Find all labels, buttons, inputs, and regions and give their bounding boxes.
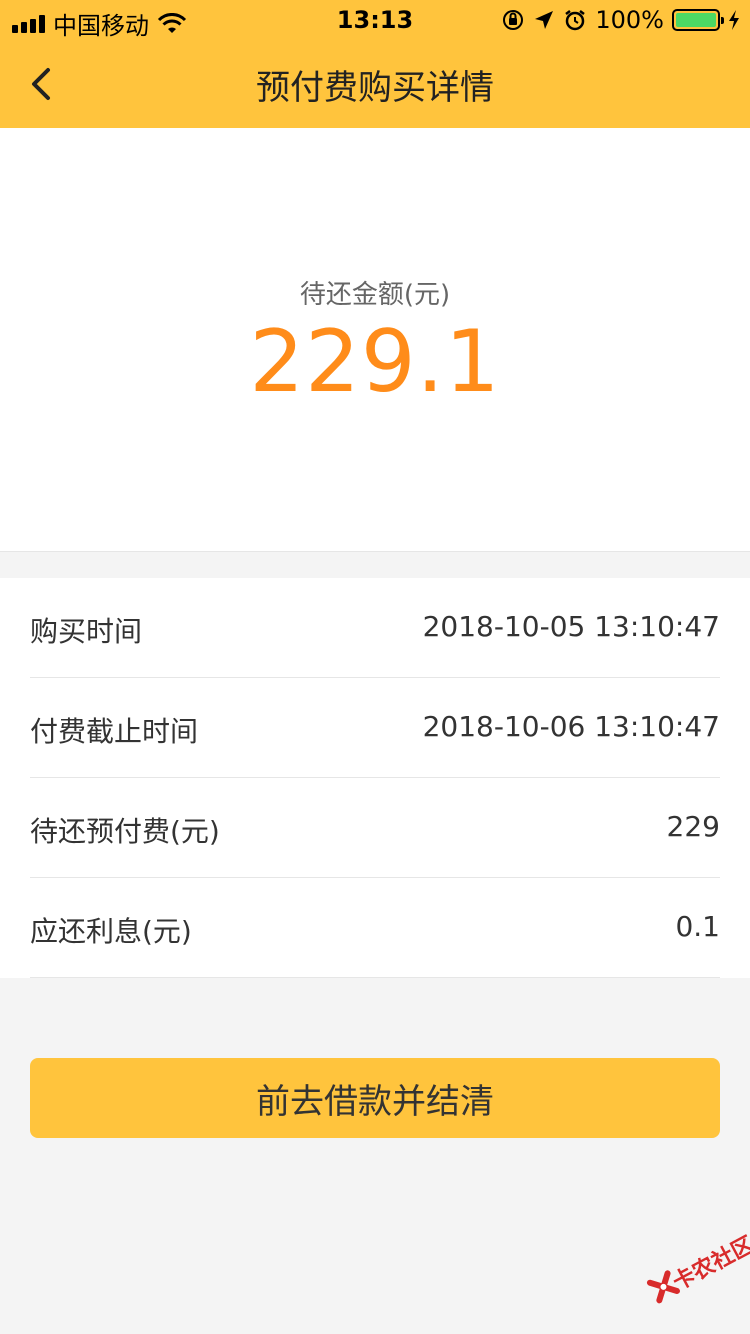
detail-row-deadline: 付费截止时间 2018-10-06 13:10:47: [30, 678, 720, 778]
detail-value: 2018-10-06 13:10:47: [422, 710, 720, 743]
borrow-and-settle-button[interactable]: 前去借款并结清: [30, 1058, 720, 1138]
detail-row-interest: 应还利息(元) 0.1: [30, 878, 720, 978]
status-bar: 中国移动 13:13 100%: [0, 0, 750, 40]
watermark: 卡农社区: [637, 1219, 750, 1328]
charging-icon: [729, 10, 739, 30]
detail-value: 0.1: [675, 910, 720, 943]
nav-bar: 预付费购买详情: [0, 40, 750, 128]
page-title: 预付费购买详情: [256, 68, 494, 108]
location-icon: [535, 11, 554, 29]
detail-list: 购买时间 2018-10-05 13:10:47 付费截止时间 2018-10-…: [0, 578, 750, 978]
amount-summary: 待还金额(元) 229.1: [0, 128, 750, 552]
battery-icon: [672, 9, 724, 31]
detail-label: 付费截止时间: [30, 715, 199, 748]
screen: 中国移动 13:13 100% 预付费购买详情 待还金额(元) 229.1 购买…: [0, 0, 750, 1334]
detail-row-prepaid-fee: 待还预付费(元) 229: [30, 778, 720, 878]
amount-value: 229.1: [249, 312, 501, 412]
battery-percent: 100%: [595, 6, 664, 34]
detail-value: 2018-10-05 13:10:47: [422, 610, 720, 643]
status-right: 100%: [501, 6, 740, 34]
alarm-icon: [565, 10, 586, 31]
detail-label: 待还预付费(元): [30, 815, 220, 848]
watermark-text: 卡农社区: [668, 1232, 750, 1296]
detail-row-purchase-time: 购买时间 2018-10-05 13:10:47: [30, 578, 720, 678]
detail-value: 229: [666, 810, 720, 843]
detail-label: 购买时间: [30, 615, 143, 648]
orientation-lock-icon: [503, 10, 524, 30]
detail-label: 应还利息(元): [30, 915, 192, 948]
amount-label: 待还金额(元): [299, 280, 451, 310]
header: 中国移动 13:13 100% 预付费购买详情: [0, 0, 750, 128]
